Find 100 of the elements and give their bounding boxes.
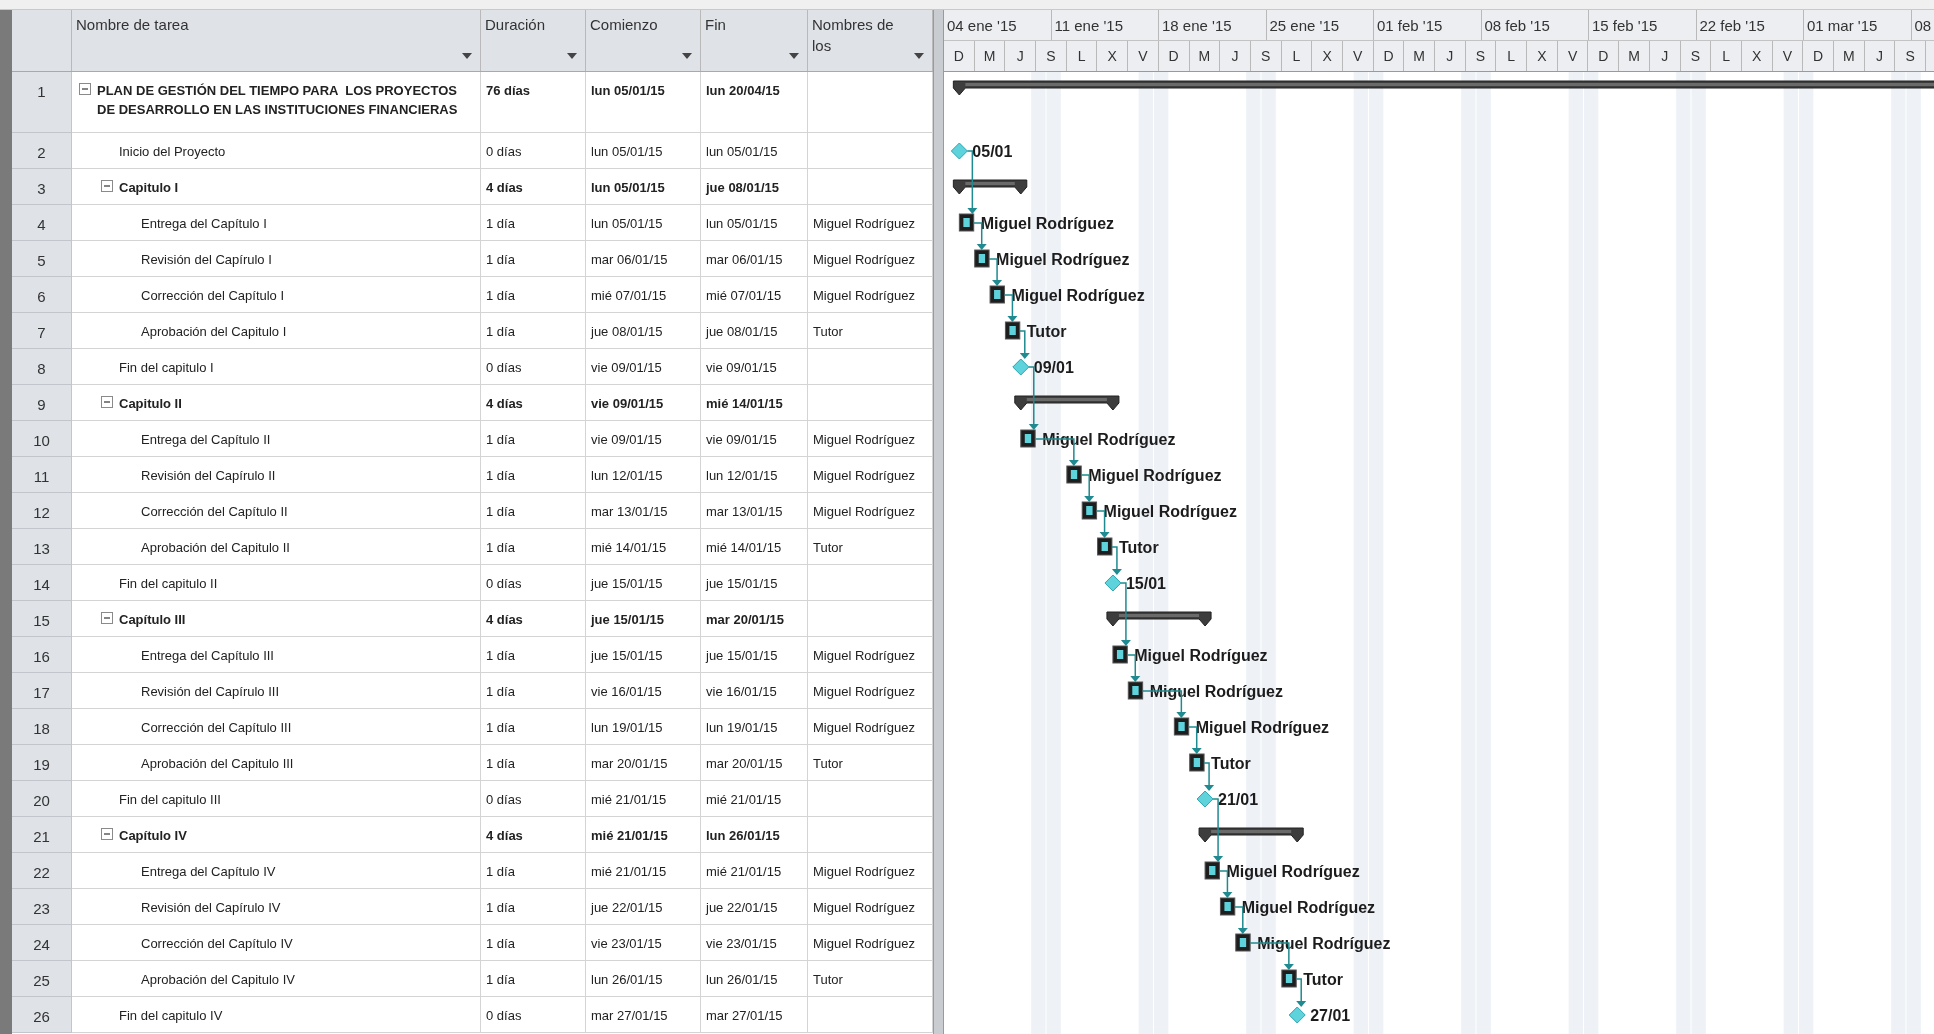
table-cell: mar 06/01/15	[701, 241, 808, 277]
task-bar	[1127, 681, 1144, 700]
timescale-label: L	[1281, 41, 1313, 71]
timescale-label: D	[1158, 41, 1190, 71]
row-number: 11	[12, 457, 72, 493]
table-cell: vie 09/01/15	[701, 349, 808, 385]
task-bar	[1004, 321, 1021, 340]
table-cell: vie 23/01/15	[701, 925, 808, 961]
table-cell: mar 13/01/15	[701, 493, 808, 529]
task-name: Revisión del Capírulo I	[141, 251, 272, 269]
collapse-toggle[interactable]	[79, 83, 91, 95]
timescale-label: M	[1833, 41, 1865, 71]
timescale-label: 04 ene '15	[944, 10, 1052, 40]
table-cell: vie 23/01/15	[586, 925, 701, 961]
task-name: Capítulo IV	[119, 827, 187, 845]
row-number: 3	[12, 169, 72, 205]
timescale-label: J	[1864, 41, 1896, 71]
task-bar	[1235, 933, 1251, 952]
task-name: Fin del capitulo II	[119, 575, 218, 593]
table-cell: 1 día	[481, 925, 586, 961]
task-name: Entrega del Capítulo IV	[141, 863, 276, 881]
timescale-label: M	[974, 41, 1006, 71]
row-number: 7	[12, 313, 72, 349]
table-cell: 1 día	[481, 889, 586, 925]
table-cell: lun 20/04/15	[701, 72, 808, 133]
row-number: 26	[12, 997, 72, 1033]
timescale-label: M	[1619, 41, 1650, 71]
table-cell: 1 día	[481, 961, 586, 997]
collapse-toggle[interactable]	[101, 396, 113, 408]
table-cell: jue 15/01/15	[586, 637, 701, 673]
table-cell: mar 27/01/15	[701, 997, 808, 1033]
bar-label: 09/01	[1033, 359, 1074, 376]
table-cell: lun 26/01/15	[586, 961, 701, 997]
bar-label: Tutor	[1026, 323, 1067, 340]
table-cell: lun 05/01/15	[586, 205, 701, 241]
table-cell: lun 05/01/15	[586, 72, 701, 133]
milestone-marker	[950, 142, 968, 160]
table-cell: 1 día	[481, 277, 586, 313]
minus-icon	[81, 85, 89, 93]
table-cell: mié 14/01/15	[701, 529, 808, 565]
row-number: 6	[12, 277, 72, 313]
task-bar	[1066, 465, 1082, 484]
table-cell: jue 08/01/15	[701, 169, 808, 205]
collapse-toggle[interactable]	[101, 828, 113, 840]
table-cell: jue 15/01/15	[586, 565, 701, 601]
row-number: 25	[12, 961, 72, 997]
timescale-label: D	[944, 41, 975, 71]
table-cell: mar 27/01/15	[586, 997, 701, 1033]
task-bar	[1097, 537, 1113, 556]
row-number: 9	[12, 385, 72, 421]
timescale-label: J	[1649, 41, 1681, 71]
dropdown-caret-icon	[462, 53, 472, 59]
milestone-marker	[1104, 574, 1122, 592]
table-cell: lun 05/01/15	[586, 133, 701, 169]
task-name: Corrección del Capítulo II	[141, 503, 288, 521]
row-number: 21	[12, 817, 72, 853]
bar-label: Tutor	[1118, 539, 1159, 556]
bar-label: Miguel Rodríguez	[1195, 719, 1330, 736]
table-cell: 1 día	[481, 421, 586, 457]
bar-label: 05/01	[972, 143, 1013, 160]
row-number: 12	[12, 493, 72, 529]
row-number: 4	[12, 205, 72, 241]
column-header[interactable]: Comienzo	[586, 10, 701, 71]
bar-label: Miguel Rodríguez	[996, 251, 1130, 268]
column-header[interactable]: Duración	[481, 10, 586, 71]
column-header[interactable]: Nombre de tarea	[72, 10, 481, 71]
collapse-toggle[interactable]	[101, 612, 113, 624]
task-name: Corrección del Capítulo III	[141, 719, 292, 737]
timescale-label: J	[1435, 41, 1466, 71]
task-bar	[989, 285, 1005, 304]
task-name: Capítulo III	[119, 611, 186, 629]
timescale-label: 15 feb '15	[1589, 10, 1697, 40]
table-cell: 1 día	[481, 745, 586, 781]
timescale-label: D	[1588, 41, 1620, 71]
table-cell: vie 09/01/15	[586, 349, 701, 385]
timescale-label: X	[1527, 41, 1558, 71]
table-cell: mié 21/01/15	[586, 853, 701, 889]
table-cell: mar 13/01/15	[586, 493, 701, 529]
minus-icon	[103, 398, 111, 406]
collapse-toggle[interactable]	[101, 180, 113, 192]
table-cell: mié 14/01/15	[701, 385, 808, 421]
timescale-label: S	[1036, 41, 1067, 71]
task-name: Inicio del Proyecto	[119, 143, 226, 161]
timescale-label: 08 feb '15	[1481, 10, 1589, 40]
task-name: Entrega del Capítulo III	[141, 647, 274, 665]
table-cell: mié 21/01/15	[701, 853, 808, 889]
task-bar	[1219, 897, 1236, 916]
table-cell: 0 días	[481, 349, 586, 385]
column-header[interactable]: Fin	[701, 10, 808, 71]
timescale-label: X	[1741, 41, 1773, 71]
timescale-label: L	[1066, 41, 1098, 71]
dropdown-caret-icon	[567, 53, 577, 59]
timescale-label: V	[1128, 41, 1159, 71]
bar-label: Miguel Rodríguez	[1226, 863, 1360, 880]
timescale-label: 01 mar '15	[1804, 10, 1912, 40]
task-name: Revisión del Capírulo III	[141, 683, 279, 701]
table-cell: 0 días	[481, 781, 586, 817]
table-cell: lun 26/01/15	[701, 961, 808, 997]
table-cell: mar 20/01/15	[586, 745, 701, 781]
timescale-label: L	[1496, 41, 1528, 71]
